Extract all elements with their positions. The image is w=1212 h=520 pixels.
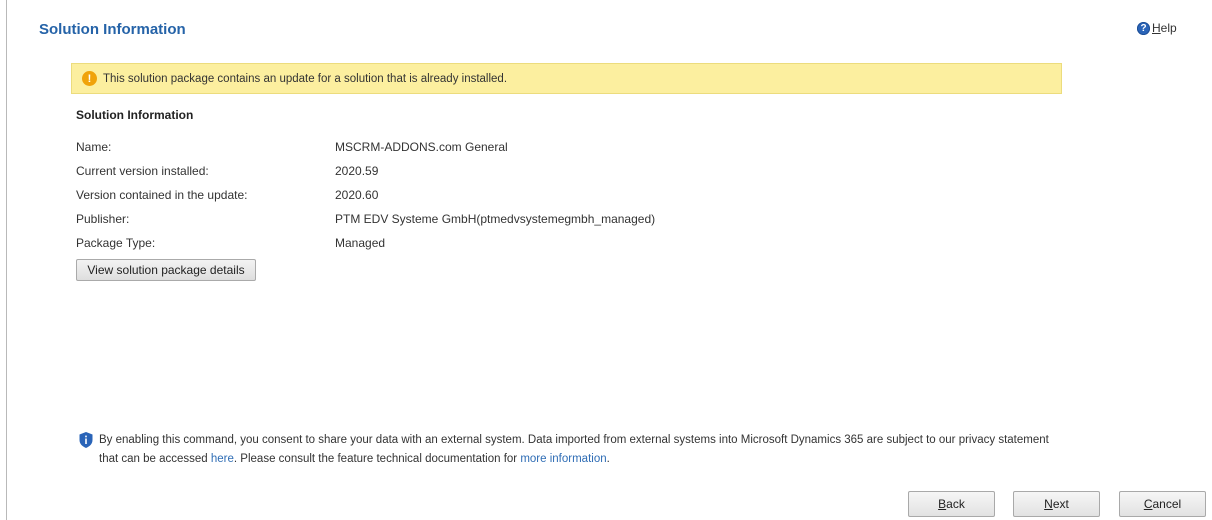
info-value: Managed [335,236,386,250]
view-package-details-button[interactable]: View solution package details [76,259,256,281]
warning-notification: ! This solution package contains an upda… [71,63,1062,94]
info-value: PTM EDV Systeme GmbH(ptmedvsystemegmbh_m… [335,212,656,226]
next-button[interactable]: Next [1013,491,1100,517]
shield-info-icon [79,432,93,448]
consent-text: By enabling this command, you consent to… [99,434,1049,465]
page-title: Solution Information [39,21,186,38]
info-label: Publisher: [76,212,130,226]
info-value: 2020.59 [335,164,379,178]
info-label: Version contained in the update: [76,188,248,202]
help-label[interactable]: Help [1152,21,1177,35]
privacy-here-link[interactable]: here [211,453,234,465]
cancel-button[interactable]: Cancel [1119,491,1206,517]
help-link[interactable]: ? Help [1137,21,1177,35]
section-heading: Solution Information [76,108,194,122]
more-information-link[interactable]: more information [520,453,606,465]
window-border [6,0,7,520]
back-button[interactable]: Back [908,491,995,517]
warning-text: This solution package contains an update… [103,72,508,85]
info-value: 2020.60 [335,188,379,202]
warning-icon: ! [82,71,97,86]
info-value: MSCRM-ADDONS.com General [335,140,508,154]
info-label: Package Type: [76,236,156,250]
info-label: Current version installed: [76,164,209,178]
consent-notice: By enabling this command, you consent to… [79,431,1069,469]
info-label: Name: [76,140,112,154]
help-icon: ? [1137,21,1150,35]
